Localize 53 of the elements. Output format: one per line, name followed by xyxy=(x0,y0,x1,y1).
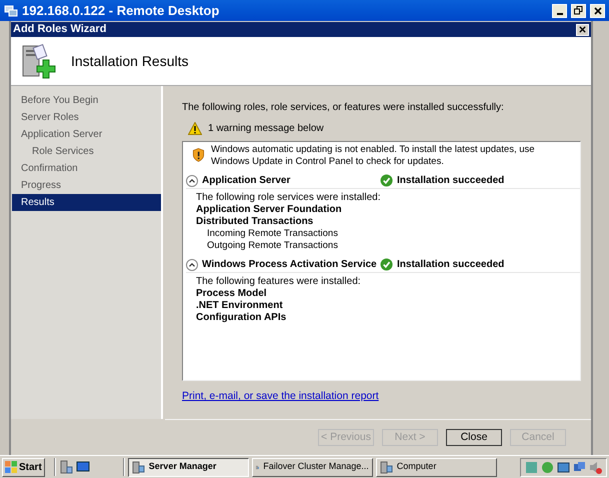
server-icon[interactable] xyxy=(58,460,73,474)
installed-item: .NET Environment xyxy=(196,300,284,312)
restore-button[interactable] xyxy=(571,4,586,18)
step-item[interactable]: Server Roles xyxy=(12,109,161,126)
warning-icon xyxy=(188,122,202,135)
desktop-icon[interactable] xyxy=(76,460,90,474)
warning-message: Windows automatic updating is not enabled. To install the latest updates, use Windows Update in Control Panel to check for updates. xyxy=(210,144,536,168)
step-item[interactable]: Confirmation xyxy=(12,160,161,177)
windows-icon[interactable] xyxy=(573,460,586,474)
collapse-icon[interactable] xyxy=(186,174,198,186)
step-item[interactable]: Role Services xyxy=(12,143,161,160)
check-icon xyxy=(380,258,393,271)
taskbar-button[interactable]: Computer xyxy=(376,458,497,476)
step-item[interactable]: Results xyxy=(12,194,161,211)
taskbar-button[interactable]: Failover Cluster Manage... xyxy=(252,458,373,476)
wizard-title: Add Roles Wizard xyxy=(13,22,108,38)
installed-subitem: Outgoing Remote Transactions xyxy=(206,240,339,252)
intro-text: The following roles, role services, or features were installed successfully: xyxy=(182,101,505,115)
close-button[interactable] xyxy=(590,4,605,18)
window-title: 192.168.0.122 - Remote Desktop xyxy=(22,2,220,20)
windows-logo-icon xyxy=(5,461,17,473)
restore-icon xyxy=(574,6,583,15)
step-item[interactable]: Application Server xyxy=(12,126,161,143)
installed-item: Application Server Foundation xyxy=(196,204,343,216)
minimize-button[interactable] xyxy=(552,4,567,18)
remote-desktop-icon xyxy=(4,4,18,18)
section-status: Installation succeeded xyxy=(397,174,504,188)
installed-item: Process Model xyxy=(196,288,268,300)
volume-muted-icon[interactable] xyxy=(589,460,602,474)
section-title: Application Server xyxy=(202,174,290,188)
step-item[interactable]: Progress xyxy=(12,177,161,194)
warning-summary: 1 warning message below xyxy=(208,122,324,136)
close-icon xyxy=(579,26,586,33)
wizard-close-button[interactable] xyxy=(576,24,589,36)
step-item[interactable]: Before You Begin xyxy=(12,92,161,109)
start-button[interactable]: Start xyxy=(2,458,45,476)
section-status: Installation succeeded xyxy=(397,258,504,272)
wizard-button[interactable]: Close xyxy=(446,429,502,446)
report-link[interactable]: Print, e-mail, or save the installation report xyxy=(182,390,379,402)
page-heading: Installation Results xyxy=(71,52,189,70)
close-icon xyxy=(594,6,602,14)
installed-subitem: Incoming Remote Transactions xyxy=(206,228,339,240)
installed-item: Distributed Transactions xyxy=(196,216,314,228)
app-icon xyxy=(132,460,145,474)
app-icon xyxy=(380,460,393,474)
collapse-icon[interactable] xyxy=(186,258,198,270)
section-title: Windows Process Activation Service xyxy=(202,258,377,272)
installed-item: Configuration APIs xyxy=(196,312,288,324)
check-icon xyxy=(380,174,393,187)
monitor-icon[interactable] xyxy=(557,460,570,474)
section-caption: The following features were installed: xyxy=(196,276,362,288)
section-caption: The following role services were installed: xyxy=(196,192,382,204)
taskbar-button[interactable]: Server Manager xyxy=(128,458,249,476)
